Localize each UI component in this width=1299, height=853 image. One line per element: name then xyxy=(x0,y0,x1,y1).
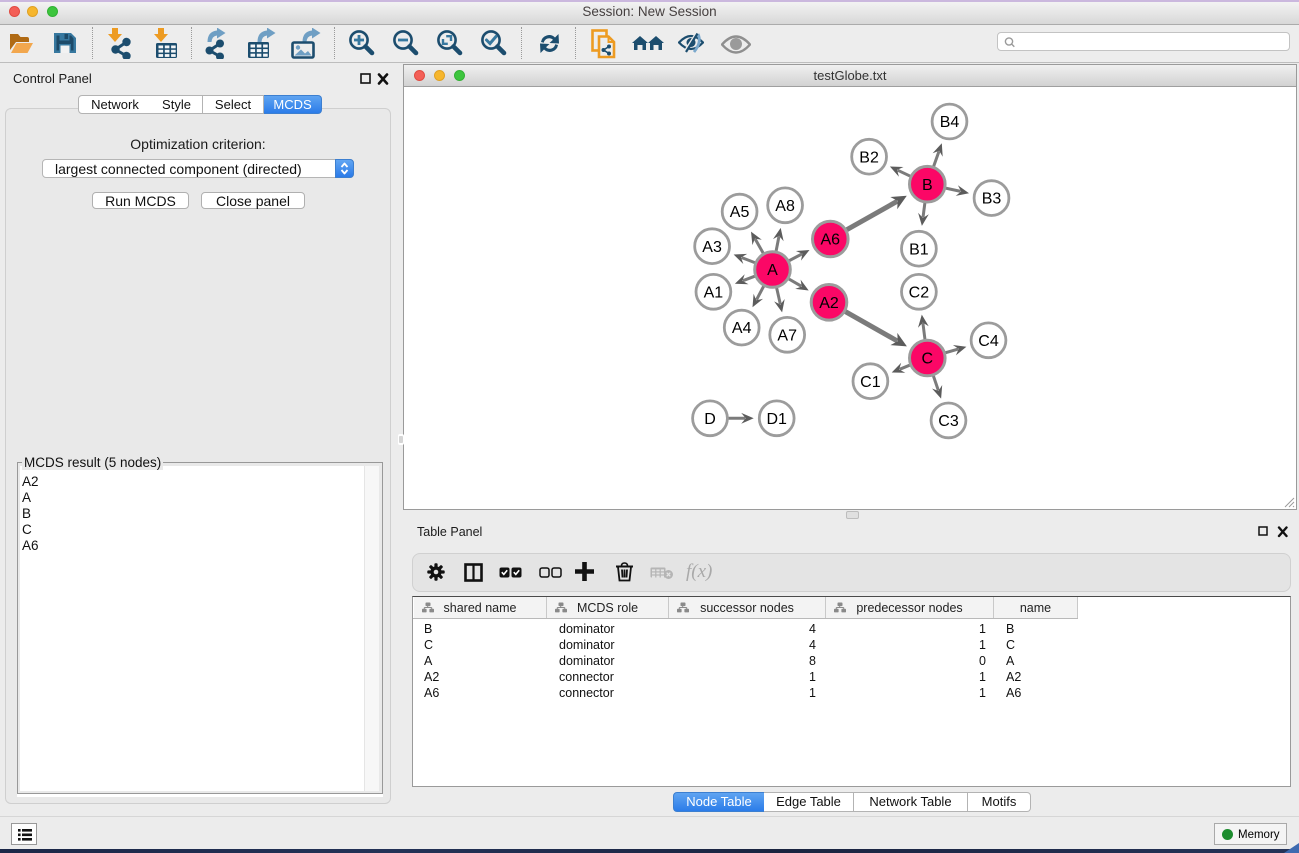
svg-text:A8: A8 xyxy=(775,198,795,215)
svg-text:C2: C2 xyxy=(908,284,929,301)
svg-text:B2: B2 xyxy=(859,149,879,166)
svg-text:A4: A4 xyxy=(731,320,751,337)
svg-text:B: B xyxy=(921,177,932,194)
svg-text:A2: A2 xyxy=(819,295,839,312)
svg-text:C3: C3 xyxy=(938,413,959,430)
svg-text:B3: B3 xyxy=(981,191,1001,208)
svg-text:A1: A1 xyxy=(703,284,723,301)
svg-text:A6: A6 xyxy=(820,232,840,249)
svg-text:B1: B1 xyxy=(909,241,929,258)
svg-text:B4: B4 xyxy=(939,114,959,131)
svg-text:A3: A3 xyxy=(702,239,722,256)
svg-text:C4: C4 xyxy=(978,333,999,350)
svg-text:C1: C1 xyxy=(860,374,881,391)
svg-text:D: D xyxy=(704,411,716,428)
svg-text:D1: D1 xyxy=(766,411,787,428)
svg-text:A: A xyxy=(767,262,778,279)
svg-text:C: C xyxy=(921,351,933,368)
svg-text:A5: A5 xyxy=(729,204,749,221)
svg-text:A7: A7 xyxy=(777,327,797,344)
